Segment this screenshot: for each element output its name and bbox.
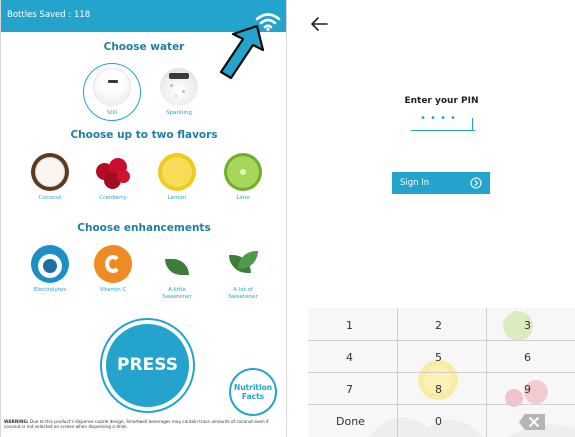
keypad-divider: [308, 372, 575, 373]
key-label: 2: [435, 319, 442, 332]
enhancements-heading: Choose enhancements: [77, 222, 211, 234]
key-label: 6: [524, 351, 531, 364]
flavor-option-lime[interactable]: Lime: [219, 153, 267, 202]
pin-value: ••••: [419, 113, 461, 124]
key-label: 7: [346, 383, 353, 396]
water-heading: Choose water: [103, 41, 185, 53]
warning-text: Due to this product's dispense nozzle de…: [4, 419, 269, 430]
key-2[interactable]: 2: [397, 312, 486, 337]
key-label: 5: [435, 351, 442, 364]
bottles-saved-counter: Bottles Saved : 118: [7, 10, 91, 20]
key-1[interactable]: 1: [308, 312, 397, 337]
sign-in-button[interactable]: Sign In: [392, 172, 490, 194]
key-done[interactable]: Done: [308, 408, 397, 433]
flavors-heading: Choose up to two flavors: [70, 129, 218, 141]
key-label: 8: [435, 383, 442, 396]
numeric-keypad: 1 2 3 4 5 6 7 8 9 Done 0: [308, 308, 575, 437]
key-label: 0: [435, 415, 442, 428]
key-6[interactable]: 6: [486, 344, 575, 369]
cranberry-icon: [94, 153, 132, 191]
flavor-option-cranberry[interactable]: Cranberry: [89, 153, 137, 202]
backspace-icon: [519, 414, 545, 430]
enhancement-option-label: A lot of Sweetener: [228, 287, 258, 300]
enhancement-option-vitamin-c[interactable]: Vitamin C: [89, 245, 137, 294]
key-label: 3: [524, 319, 531, 332]
enhancement-option-label: A little Sweetener: [162, 287, 192, 300]
drink-builder-screen: Bottles Saved : 118 Choose water Still S…: [0, 0, 287, 437]
water-option-label: Still: [106, 110, 118, 116]
warning-notice: WARNING: Due to this product's dispense …: [4, 419, 286, 429]
pointer-arrow-icon: [219, 24, 265, 80]
electrolytes-icon: [31, 245, 69, 283]
text-caret: [471, 118, 473, 130]
lemon-icon: [158, 153, 196, 191]
key-5[interactable]: 5: [397, 344, 486, 369]
keypad-divider: [308, 404, 575, 405]
sign-in-label: Sign In: [400, 178, 430, 188]
coconut-icon: [31, 153, 69, 191]
key-9[interactable]: 9: [486, 376, 575, 401]
key-0[interactable]: 0: [397, 408, 486, 433]
chevron-right-circle-icon: [470, 177, 482, 189]
keypad-divider: [308, 340, 575, 341]
flavor-option-lemon[interactable]: Lemon: [153, 153, 201, 202]
vitamin-c-icon: [94, 245, 132, 283]
flavor-option-label: Coconut: [38, 195, 62, 201]
key-backspace[interactable]: [486, 408, 575, 433]
press-button[interactable]: PRESS: [102, 320, 193, 411]
pin-title: Enter your PIN: [404, 96, 479, 106]
lot-sweetener-icon: [224, 245, 262, 283]
pin-input[interactable]: ••••: [411, 113, 475, 131]
little-sweetener-icon: [158, 245, 196, 283]
flavor-option-coconut[interactable]: Coconut: [26, 153, 74, 202]
sparkling-water-icon: [160, 68, 198, 106]
water-option-sparkling[interactable]: Sparkling: [155, 68, 203, 117]
pin-entry-screen: Enter your PIN •••• Sign In 1 2 3 4 5 6 …: [308, 0, 575, 437]
key-3[interactable]: 3: [486, 312, 575, 337]
enhancement-option-little-sweetener[interactable]: A little Sweetener: [153, 245, 201, 301]
nutrition-facts-label: Nutrition Facts: [233, 383, 273, 401]
enhancement-option-lot-sweetener[interactable]: A lot of Sweetener: [219, 245, 267, 301]
key-label: 9: [524, 383, 531, 396]
enhancement-option-electrolytes[interactable]: Electrolytes: [26, 245, 74, 294]
key-8[interactable]: 8: [397, 376, 486, 401]
back-arrow-icon[interactable]: [310, 16, 328, 32]
water-option-label: Sparkling: [166, 110, 192, 116]
flavor-option-label: Lime: [236, 195, 250, 201]
key-7[interactable]: 7: [308, 376, 397, 401]
nutrition-facts-button[interactable]: Nutrition Facts: [229, 368, 277, 416]
water-option-still[interactable]: Still: [88, 68, 136, 117]
press-button-label: PRESS: [117, 355, 178, 375]
key-4[interactable]: 4: [308, 344, 397, 369]
still-water-icon: [93, 68, 131, 106]
screenshot-root: Bottles Saved : 118 Choose water Still S…: [0, 0, 575, 437]
enhancement-option-label: Vitamin C: [99, 287, 127, 293]
flavor-option-label: Cranberry: [99, 195, 127, 201]
enhancement-option-label: Electrolytes: [33, 287, 67, 293]
key-label: 4: [346, 351, 353, 364]
key-label: 1: [346, 319, 353, 332]
flavor-option-label: Lemon: [167, 195, 187, 201]
key-label: Done: [336, 415, 365, 428]
lime-icon: [224, 153, 262, 191]
